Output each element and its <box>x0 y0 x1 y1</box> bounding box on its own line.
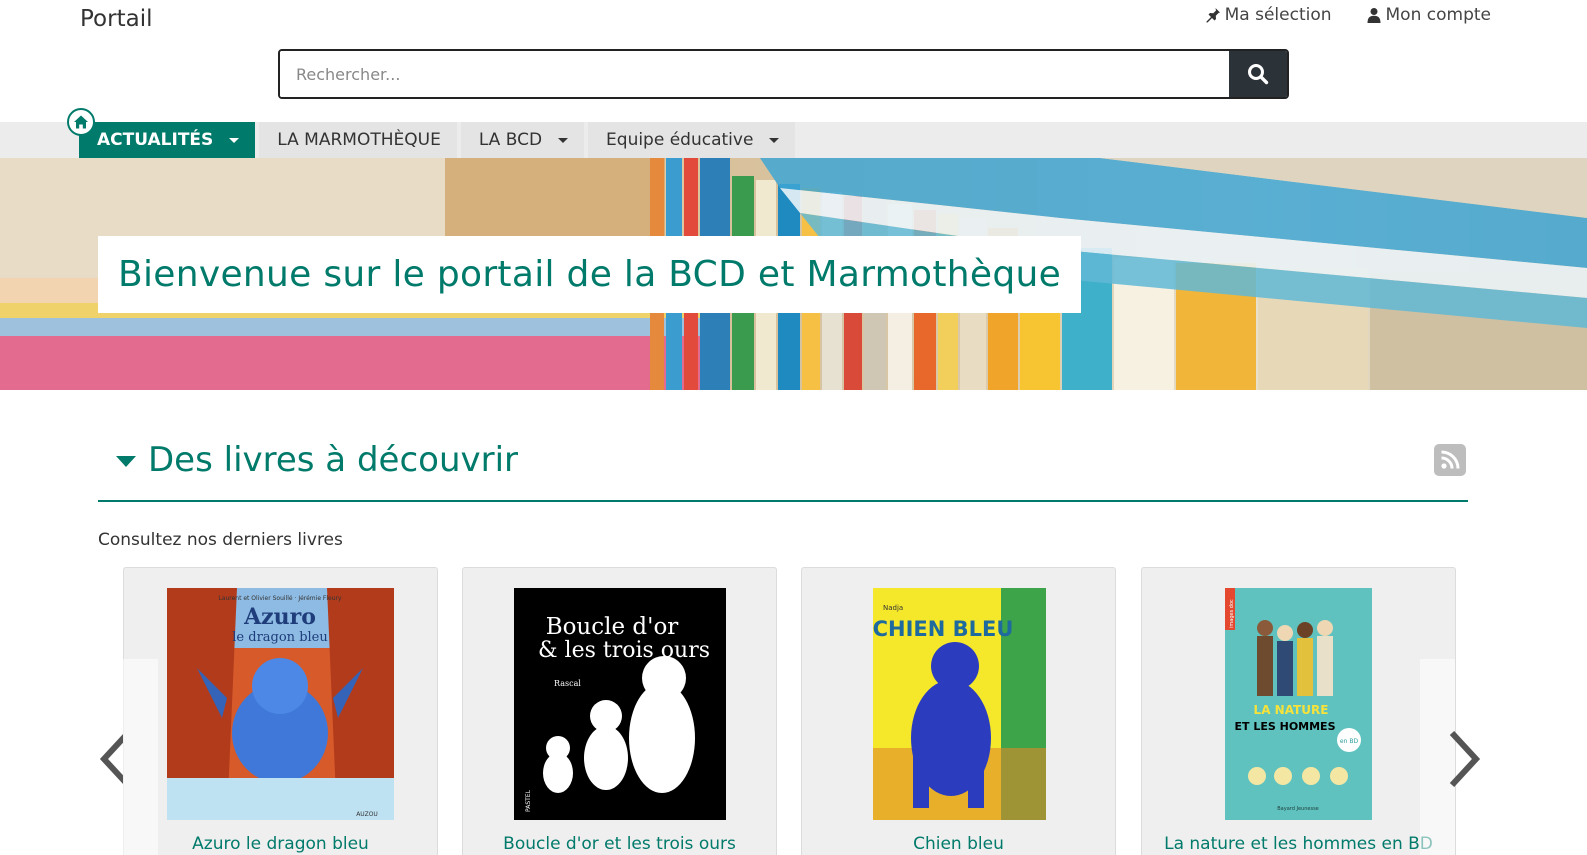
book-title-link[interactable]: Azuro le dragon bleu <box>124 834 437 854</box>
book-cover-nature-hommes[interactable]: images doc LA NATURE ET LES HOMMES en BD… <box>1225 588 1372 820</box>
selection-link[interactable]: Ma sélection <box>1205 5 1332 25</box>
carousel-next-button[interactable] <box>1442 727 1482 791</box>
search-bar <box>278 49 1289 99</box>
cover-authors: Nadja <box>883 604 903 612</box>
book-title-link[interactable]: Chien bleu <box>802 834 1115 854</box>
hero-title: Bienvenue sur le portail de la BCD et Ma… <box>118 254 1062 295</box>
book-cover-chien-bleu[interactable]: Nadja CHIEN BLEU <box>873 588 1046 820</box>
book-card[interactable]: Boucle d'or & les trois ours Rascal PAST… <box>462 567 777 855</box>
hero-banner-image: Bienvenue sur le portail de la BCD et Ma… <box>0 158 1587 390</box>
nav-item-bcd[interactable]: LA BCD <box>460 122 585 158</box>
nav-items: ACTUALITÉS LA MARMOTHÈQUE LA BCD Equipe … <box>79 122 799 158</box>
nav-item-label: ACTUALITÉS <box>97 130 214 150</box>
rss-button[interactable] <box>1434 444 1466 476</box>
book-cover-boucle-dor[interactable]: Boucle d'or & les trois ours Rascal PAST… <box>514 588 726 820</box>
cover-title: LA NATURE <box>1254 703 1329 717</box>
search-input[interactable] <box>280 51 1229 97</box>
main-navbar: ACTUALITÉS LA MARMOTHÈQUE LA BCD Equipe … <box>0 122 1587 158</box>
site-title[interactable]: Portail <box>80 6 152 32</box>
cover-subtitle: & les trois ours <box>538 638 710 663</box>
nav-item-label: LA MARMOTHÈQUE <box>277 130 441 150</box>
hero-title-box: Bienvenue sur le portail de la BCD et Ma… <box>98 236 1082 313</box>
account-label: Mon compte <box>1385 5 1491 25</box>
caret-down-icon <box>769 137 780 143</box>
user-icon <box>1367 8 1381 23</box>
cover-series: images doc <box>1229 599 1235 628</box>
book-title-link[interactable]: La nature et les hommes en BD <box>1142 834 1455 854</box>
section-title[interactable]: Des livres à découvrir <box>148 440 518 480</box>
chevron-right-icon <box>1449 730 1481 788</box>
home-icon <box>74 115 88 129</box>
nav-item-marmotheque[interactable]: LA MARMOTHÈQUE <box>259 122 457 158</box>
caret-down-icon <box>558 137 569 143</box>
pin-icon <box>1206 8 1220 23</box>
rss-icon <box>1441 450 1460 469</box>
book-card[interactable]: Nadja CHIEN BLEU Chien bleu <box>801 567 1116 855</box>
cover-subtitle: ET LES HOMMES <box>1234 720 1335 733</box>
carousel-fade-left <box>123 659 158 855</box>
cover-publisher: PASTEL <box>525 789 532 812</box>
caret-down-icon[interactable] <box>116 456 136 467</box>
account-link[interactable]: Mon compte <box>1366 5 1491 25</box>
caret-down-icon <box>229 137 240 143</box>
cover-title: CHIEN BLEU <box>873 617 1013 641</box>
cover-title: Boucle d'or <box>546 614 679 640</box>
nav-item-label: LA BCD <box>478 130 543 150</box>
section-header: Des livres à découvrir <box>98 430 1468 502</box>
cover-badge: en BD <box>1340 738 1359 745</box>
nav-item-equipe-educative[interactable]: Equipe éducative <box>588 122 796 158</box>
book-title-link[interactable]: Boucle d'or et les trois ours <box>463 834 776 854</box>
top-links: Ma sélection Mon compte <box>1205 5 1491 25</box>
cover-authors: Laurent et Olivier Souillé · Jérémie Fle… <box>218 595 342 602</box>
home-button[interactable] <box>67 108 95 136</box>
selection-label: Ma sélection <box>1224 5 1332 25</box>
nav-item-label: Equipe éducative <box>606 130 754 150</box>
cover-title: Azuro <box>243 604 316 630</box>
section-subtitle: Consultez nos derniers livres <box>98 530 343 550</box>
books-carousel: Laurent et Olivier Souillé · Jérémie Fle… <box>98 567 1488 855</box>
cover-publisher: AUZOU <box>356 811 378 818</box>
cover-publisher: Bayard Jeunesse <box>1277 806 1319 812</box>
search-button[interactable] <box>1229 51 1287 97</box>
search-icon <box>1248 64 1269 85</box>
book-card[interactable]: Laurent et Olivier Souillé · Jérémie Fle… <box>123 567 438 855</box>
book-cover-azuro[interactable]: Laurent et Olivier Souillé · Jérémie Fle… <box>167 588 394 820</box>
cover-authors: Rascal <box>554 679 581 688</box>
nav-item-actualites[interactable]: ACTUALITÉS <box>79 122 256 158</box>
cover-subtitle: le dragon bleu <box>232 630 327 645</box>
book-card[interactable]: images doc LA NATURE ET LES HOMMES en BD… <box>1141 567 1456 855</box>
